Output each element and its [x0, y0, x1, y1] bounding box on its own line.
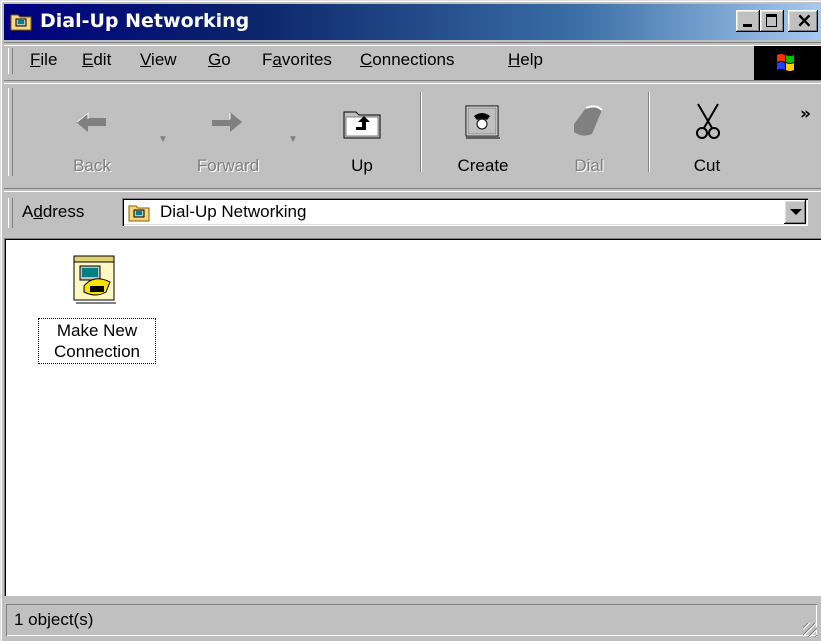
dial-label: Dial	[574, 156, 604, 175]
maximize-icon	[766, 14, 777, 27]
dialup-folder-icon	[10, 14, 32, 31]
cut-label: Cut	[693, 156, 721, 175]
title-bar[interactable]: Dial-Up Networking ×	[4, 4, 821, 40]
status-text: 1 object(s)	[14, 610, 94, 629]
toolbar-separator	[648, 92, 650, 172]
dial-button[interactable]: Dial	[544, 86, 634, 184]
create-connection-icon	[465, 105, 500, 139]
menu-file[interactable]: File	[30, 50, 57, 70]
make-new-connection-icon	[73, 255, 116, 304]
toolbar-overflow-button[interactable]: »	[800, 104, 811, 124]
menu-edit[interactable]: Edit	[82, 50, 111, 70]
menu-help[interactable]: Help	[508, 50, 543, 70]
forward-arrow-icon	[212, 112, 242, 132]
back-label: Back	[73, 156, 111, 175]
close-button[interactable]: ×	[788, 8, 818, 32]
menu-favorites[interactable]: Favorites	[262, 50, 332, 70]
menu-gripper[interactable]	[8, 48, 13, 74]
forward-label: Forward	[196, 156, 260, 175]
address-label: Address	[22, 202, 85, 221]
up-label: Up	[351, 156, 373, 175]
status-cell: 1 object(s)	[6, 604, 817, 636]
dialup-folder-icon	[128, 205, 150, 222]
address-dropdown-button[interactable]	[784, 200, 806, 224]
maximize-button[interactable]	[760, 10, 784, 32]
back-button[interactable]: Back	[50, 86, 134, 184]
toolbar-gripper[interactable]	[8, 88, 13, 176]
forward-dropdown-icon[interactable]: ▼	[288, 134, 298, 145]
minimize-button[interactable]	[736, 10, 760, 32]
status-bar: 1 object(s)	[4, 600, 821, 641]
up-folder-icon	[343, 111, 381, 139]
windows-flag-icon	[777, 54, 794, 71]
folder-content[interactable]: Make New Connection	[4, 238, 821, 596]
resize-grip-icon[interactable]	[803, 623, 817, 637]
windows-logo	[754, 46, 821, 80]
address-value: Dial-Up Networking	[160, 202, 307, 221]
back-arrow-icon	[76, 111, 106, 132]
chevron-down-icon	[790, 209, 802, 215]
back-dropdown-icon[interactable]: ▼	[158, 134, 168, 145]
address-bar: Address Dial-Up Networking	[0, 192, 821, 232]
menu-go[interactable]: Go	[208, 50, 231, 70]
close-icon: ×	[796, 8, 813, 32]
scissors-icon	[696, 103, 720, 139]
toolbar-separator	[420, 92, 422, 172]
create-button[interactable]: Create	[434, 86, 532, 184]
menu-connections[interactable]: Connections	[360, 50, 455, 70]
file-item-label: Make New Connection	[38, 318, 156, 364]
window-title: Dial-Up Networking	[40, 10, 250, 32]
window: Dial-Up Networking × File Edit View Go F…	[0, 0, 821, 641]
create-label: Create	[457, 156, 509, 175]
minimize-icon	[743, 24, 752, 27]
address-gripper[interactable]	[8, 198, 13, 228]
forward-button[interactable]: Forward	[178, 86, 278, 184]
menu-bar: File Edit View Go Favorites Connections …	[0, 44, 821, 78]
address-field[interactable]: Dial-Up Networking	[122, 198, 808, 226]
cut-button[interactable]: Cut	[664, 86, 750, 184]
menu-view[interactable]: View	[140, 50, 177, 70]
up-button[interactable]: Up	[318, 86, 406, 184]
toolbar: Back ▼ Forward ▼ Up Create Dial Cut »	[0, 82, 821, 184]
dial-phone-icon	[574, 105, 603, 136]
